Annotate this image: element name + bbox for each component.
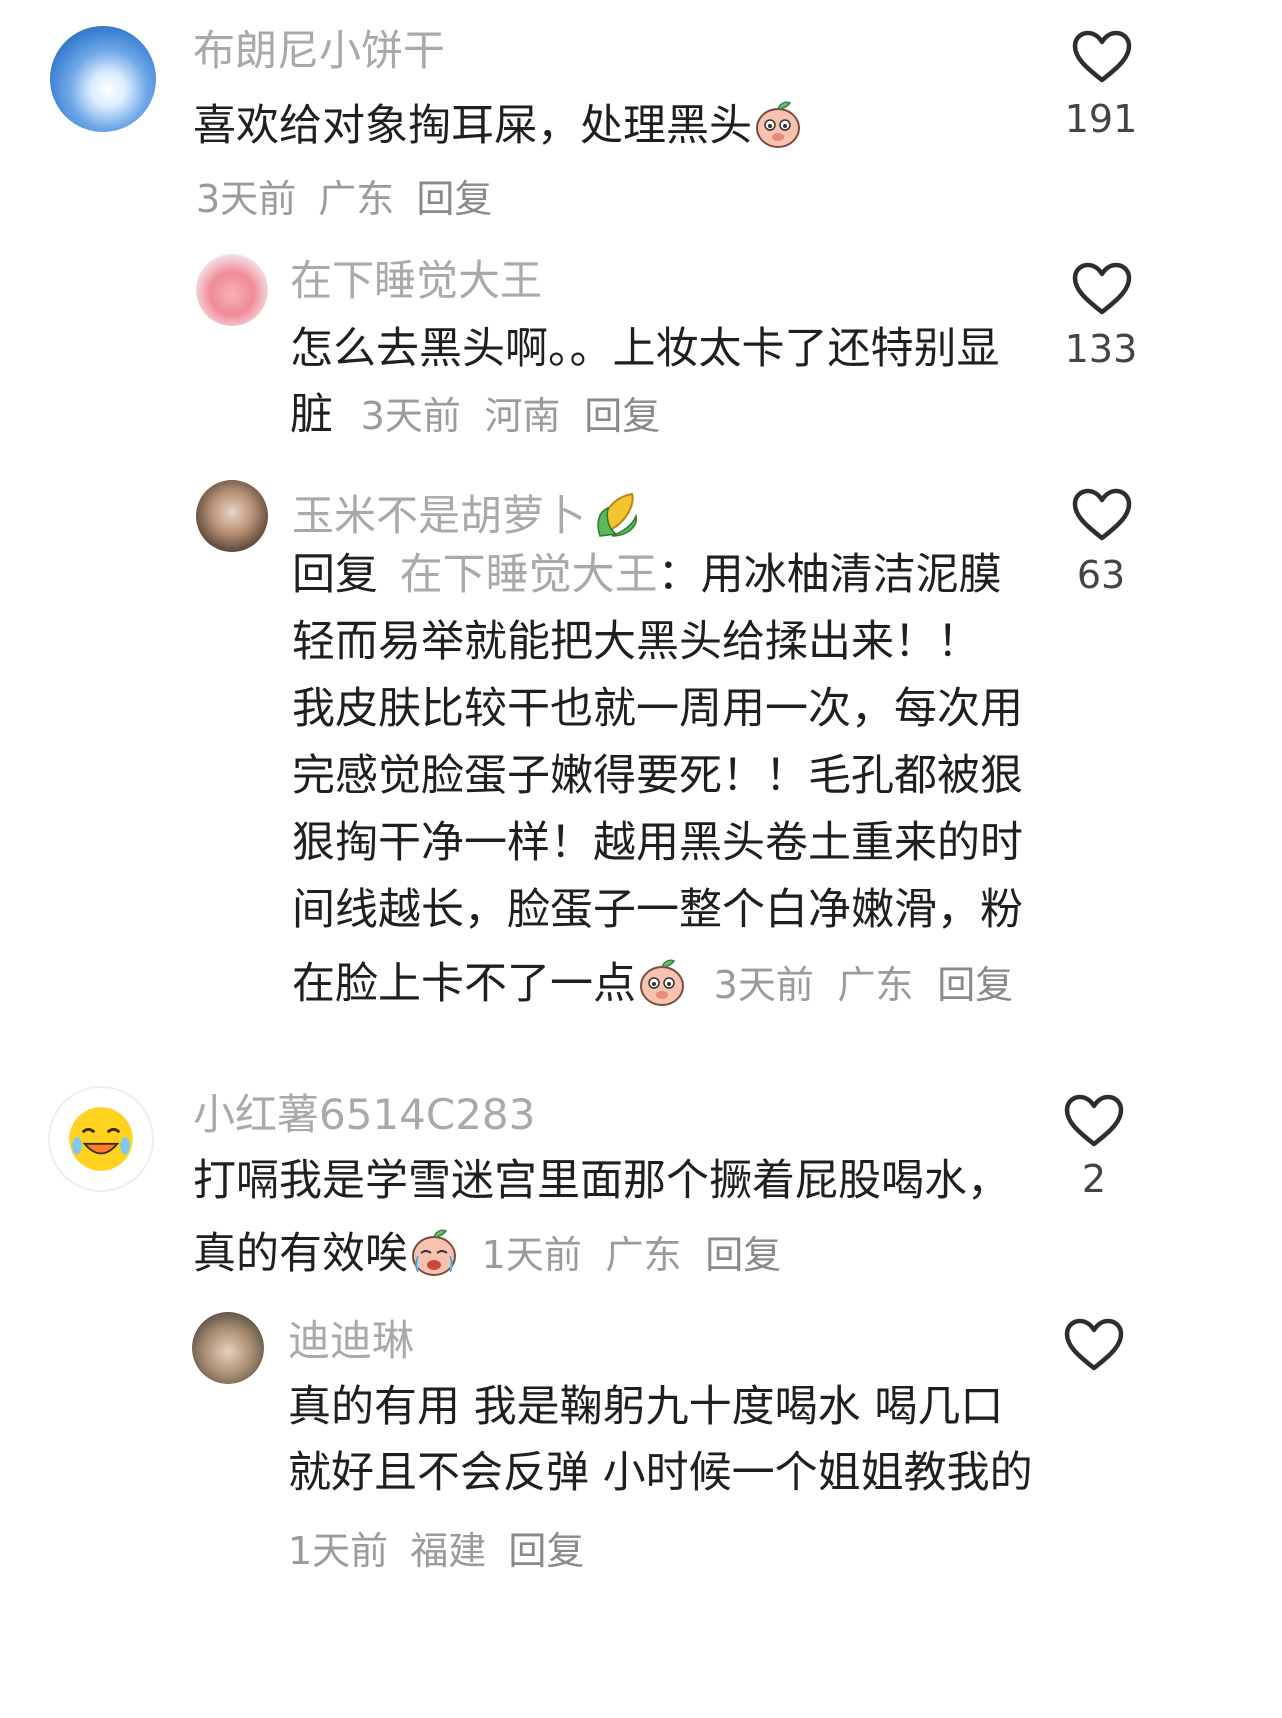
username[interactable]: 布朗尼小饼干 <box>193 30 445 72</box>
heart-outline-icon[interactable] <box>1072 262 1132 316</box>
comment-location: 广东 <box>605 1233 682 1277</box>
comment-line: 我皮肤比较干也就一周用一次，每次用 <box>292 684 1023 734</box>
username[interactable]: 迪迪琳 <box>288 1320 414 1362</box>
reply-button[interactable]: 回复 <box>937 963 1013 1007</box>
like-count: 2 <box>1081 1157 1107 1201</box>
comment-line: 在脸上卡不了一点 <box>292 959 636 1009</box>
comment-text-line2: 就好且不会反弹 小时候一个姐姐教我的 <box>288 1448 1033 1498</box>
comment-time: 3天前 <box>196 177 297 221</box>
blushing-peach-emoji <box>752 98 804 150</box>
comment-meta: 1天前 福建 回复 <box>288 1520 584 1575</box>
comment-location: 福建 <box>410 1529 487 1573</box>
reply-button[interactable]: 回复 <box>508 1529 584 1573</box>
avatar[interactable] <box>196 254 268 326</box>
laughing-face-icon <box>69 1107 133 1171</box>
comment-text: 打嗝我是学雪迷宫里面那个撅着屁股喝水， <box>193 1156 1010 1206</box>
username[interactable]: 在下睡觉大王 <box>290 260 542 302</box>
comment-line: 狠掏干净一样！越用黑头卷土重来的时 <box>292 818 1023 868</box>
comment-text-content: 喜欢给对象掏耳屎，处理黑头 <box>193 101 752 151</box>
reply-to-username[interactable]: 在下睡觉大王 <box>400 550 658 600</box>
comment-location: 广东 <box>837 963 914 1007</box>
blushing-peach-emoji <box>636 956 688 1008</box>
comment-line: 完感觉脸蛋子嫩得要死！！毛孔都被狠 <box>292 751 1023 801</box>
comment-line: 用冰柚清洁泥膜 <box>700 550 1002 600</box>
username-text: 玉米不是胡萝卜 <box>292 491 587 540</box>
reply-prefix: 回复 <box>292 550 378 600</box>
comment-text-line2: 真的有效唉 1天前 广东 回复 <box>193 1226 781 1278</box>
username[interactable]: 小红薯6514C283 <box>193 1094 535 1136</box>
comment-text-content: 脏 <box>290 390 333 440</box>
avatar[interactable] <box>192 1312 264 1384</box>
comment-time: 1天前 <box>481 1233 582 1277</box>
reply-button[interactable]: 回复 <box>705 1233 781 1277</box>
reply-button[interactable]: 回复 <box>416 177 492 221</box>
comment-time: 1天前 <box>288 1529 389 1573</box>
reply-button[interactable]: 回复 <box>584 394 660 438</box>
comment-location: 河南 <box>484 394 561 438</box>
comment-line: 轻而易举就能把大黑头给揉出来！！ <box>292 617 980 667</box>
avatar[interactable] <box>196 480 268 552</box>
comment-line: 间线越长，脸蛋子一整个白净嫩滑，粉 <box>292 885 1023 935</box>
comment-text: 怎么去黑头啊。。上妆太卡了还特别显 <box>290 324 1000 374</box>
comment-time: 3天前 <box>713 963 814 1007</box>
comment-meta: 3天前 广东 回复 <box>196 168 492 223</box>
reply-colon: ： <box>657 550 701 600</box>
comment-text: 回复 在下睡觉大王：用冰柚清洁泥膜 <box>292 554 1002 597</box>
like-count: 133 <box>1064 327 1138 371</box>
heart-outline-icon[interactable] <box>1064 1318 1124 1372</box>
crying-peach-emoji <box>408 1226 460 1278</box>
corn-emoji <box>592 488 644 540</box>
heart-outline-icon[interactable] <box>1072 30 1132 84</box>
like-count: 63 <box>1076 553 1126 597</box>
comment-text: 真的有用 我是鞠躬九十度喝水 喝几口 <box>288 1382 1004 1432</box>
heart-outline-icon[interactable] <box>1064 1094 1124 1148</box>
comment-text: 喜欢给对象掏耳屎，处理黑头 <box>193 98 804 150</box>
avatar[interactable] <box>50 26 156 132</box>
avatar[interactable] <box>48 1086 154 1192</box>
username[interactable]: 玉米不是胡萝卜 <box>292 488 644 540</box>
like-count: 191 <box>1064 97 1138 141</box>
comment-line-last: 在脸上卡不了一点 3天前 广东 回复 <box>292 956 1013 1008</box>
comment-location: 广东 <box>318 177 395 221</box>
comment-time: 3天前 <box>360 394 461 438</box>
comment-text-line2: 脏 3天前 河南 回复 <box>290 394 660 437</box>
heart-outline-icon[interactable] <box>1072 488 1132 542</box>
comment-text-content: 真的有效唉 <box>193 1229 408 1279</box>
